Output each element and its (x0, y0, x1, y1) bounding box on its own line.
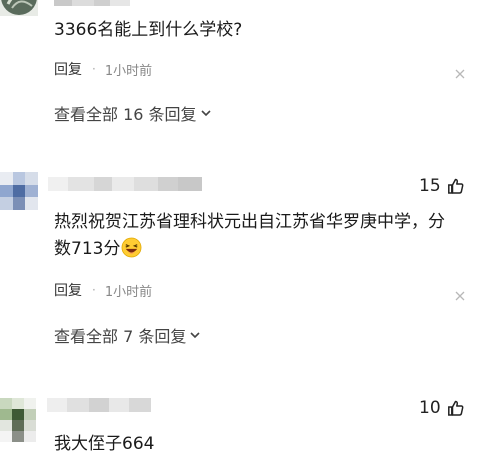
username-blurred[interactable] (47, 398, 151, 412)
close-icon[interactable] (455, 286, 465, 301)
chevron-down-icon (190, 332, 200, 339)
username-blurred[interactable] (54, 0, 130, 6)
username-blurred[interactable] (48, 177, 202, 191)
like-button[interactable]: 10 (419, 398, 465, 418)
comment-time: 1小时前 (104, 63, 153, 79)
view-all-replies-button[interactable]: 查看全部 16 条回复 (54, 101, 212, 125)
comment-time: 1小时前 (104, 284, 153, 300)
reply-button[interactable]: 回复 (54, 59, 82, 79)
thumbs-up-icon (447, 178, 464, 194)
like-button[interactable]: 15 (419, 176, 465, 196)
comment-meta: 回复 · 1小时前 (54, 280, 152, 300)
chevron-down-icon (200, 110, 211, 117)
close-icon[interactable] (455, 64, 465, 79)
like-count: 15 (419, 176, 441, 196)
avatar[interactable] (0, 398, 36, 442)
avatar[interactable] (0, 172, 38, 210)
comment-text-continued: 数713分 (54, 235, 142, 263)
comment-text: 我大侄子664 (54, 434, 155, 454)
thumbs-up-icon (447, 400, 464, 416)
comment-meta: 回复 · 1小时前 (54, 59, 152, 79)
separator: · (92, 62, 96, 76)
avatar[interactable] (0, 0, 38, 16)
view-all-replies-label: 查看全部 7 条回复 (54, 327, 187, 346)
comment-text: 热烈祝贺江苏省理科状元出自江苏省华罗庚中学，分 (54, 212, 445, 232)
separator: · (92, 283, 96, 297)
like-count: 10 (419, 398, 441, 418)
comment-text-line2: 数713分 (54, 239, 121, 259)
view-all-replies-label: 查看全部 16 条回复 (54, 105, 197, 124)
comment-text: 3366名能上到什么学校? (54, 20, 243, 40)
reply-button[interactable]: 回复 (54, 280, 82, 300)
laughing-emoji-icon (122, 237, 142, 258)
view-all-replies-button[interactable]: 查看全部 7 条回复 (54, 323, 201, 347)
